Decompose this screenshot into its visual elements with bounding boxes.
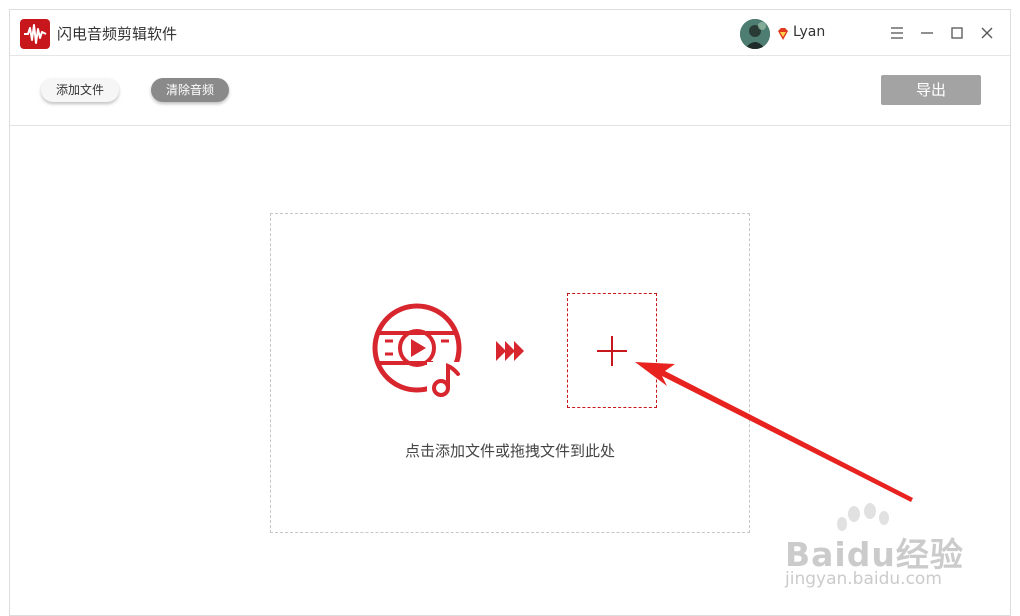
waveform-logo-icon	[20, 19, 50, 49]
drop-zone-hint: 点击添加文件或拖拽文件到此处	[404, 442, 615, 460]
maximize-icon[interactable]	[946, 22, 968, 44]
export-button[interactable]: 导出	[881, 75, 981, 105]
file-drop-zone[interactable]: 点击添加文件或拖拽文件到此处	[270, 213, 750, 533]
clear-audio-button[interactable]: 清除音频	[151, 78, 229, 102]
username: Lyan	[793, 24, 826, 40]
minimize-icon[interactable]	[916, 22, 938, 44]
toolbar: 添加文件 清除音频 导出	[10, 56, 1010, 126]
close-icon[interactable]	[976, 22, 998, 44]
app-title: 闪电音频剪辑软件	[57, 25, 178, 43]
music-video-icon	[371, 302, 471, 402]
vip-diamond-icon	[776, 26, 790, 40]
plus-icon	[597, 336, 627, 366]
menu-icon[interactable]	[886, 22, 908, 44]
user-avatar[interactable]	[740, 19, 770, 49]
add-file-box[interactable]	[567, 293, 657, 408]
title-bar: 闪电音频剪辑软件 Lyan	[10, 10, 1010, 56]
watermark-url: jingyan.baidu.com	[785, 569, 942, 589]
add-file-button[interactable]: 添加文件	[41, 78, 119, 102]
triple-chevron-right-icon	[493, 338, 527, 364]
